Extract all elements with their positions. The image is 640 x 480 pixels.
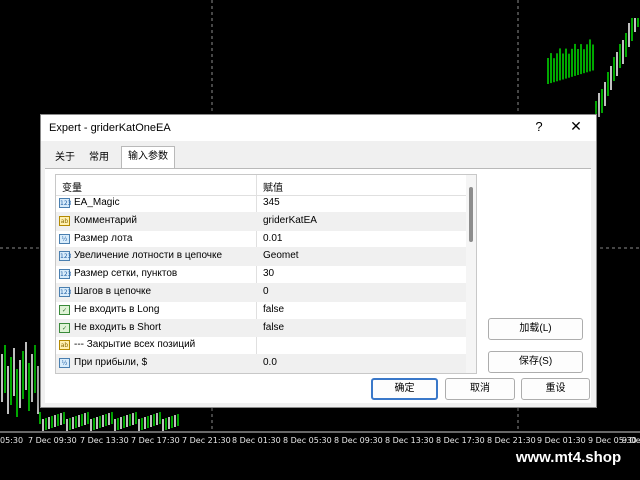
tab-common[interactable]: 常用 bbox=[83, 149, 115, 167]
table-row[interactable]: ½ Размер лота 0.01 bbox=[56, 231, 466, 249]
time-tick-label: 7 Dec 21:30 bbox=[182, 436, 231, 445]
parameter-name: Комментарий bbox=[74, 214, 137, 226]
parameter-name: Не входить в Long bbox=[74, 303, 160, 315]
parameter-name: Шагов в цепочке bbox=[74, 285, 152, 297]
table-row[interactable]: ½ При прибыли, $ 0.0 bbox=[56, 355, 466, 373]
integer-icon: 123 bbox=[59, 269, 72, 280]
time-tick-label: 8 Dec 21:30 bbox=[487, 436, 536, 445]
time-tick-label: 05:30 bbox=[0, 436, 24, 445]
parameter-value[interactable]: 345 bbox=[263, 197, 280, 208]
reset-button[interactable]: 重设 bbox=[521, 378, 590, 400]
table-row[interactable]: 123 EA_Magic 345 bbox=[56, 195, 466, 213]
close-icon[interactable]: ✕ bbox=[568, 118, 584, 135]
save-button[interactable]: 保存(S) bbox=[488, 351, 583, 373]
time-tick-label: 7 Dec 17:30 bbox=[131, 436, 180, 445]
parameter-name: Увеличение лотности в цепочке bbox=[74, 250, 223, 262]
parameter-name: EA_Magic bbox=[74, 197, 120, 208]
tab-inputs[interactable]: 输入参数 bbox=[121, 146, 175, 169]
table-header: 变量 赋值 bbox=[56, 175, 466, 196]
time-tick-label: 9 Dec 09:30 bbox=[622, 436, 640, 445]
parameters-table[interactable]: 变量 赋值 123 EA_Magic 345 ab Комментарий griderK… bbox=[55, 174, 477, 374]
table-row[interactable]: ✓ Не входить в Long false bbox=[56, 302, 466, 320]
dialog-title: Expert - griderKatOneEA bbox=[49, 122, 171, 134]
double-icon: ½ bbox=[59, 358, 70, 369]
inputs-panel: 变量 赋值 123 EA_Magic 345 ab Комментарий griderK… bbox=[45, 168, 591, 403]
column-header-value[interactable]: 赋值 bbox=[263, 179, 283, 194]
watermark: www.mt4.shop bbox=[497, 445, 640, 471]
parameter-name: Размер лота bbox=[74, 232, 133, 244]
integer-icon: 123 bbox=[59, 198, 72, 208]
parameter-value[interactable]: 0.01 bbox=[263, 233, 282, 244]
table-row[interactable]: ab --- Закрытие всех позиций bbox=[56, 337, 466, 356]
dialog-titlebar[interactable]: Expert - griderKatOneEA ? ✕ bbox=[41, 115, 596, 141]
table-row[interactable]: 123 Увеличение лотности в цепочке Geomet bbox=[56, 248, 466, 267]
cancel-button[interactable]: 取消 bbox=[445, 378, 515, 400]
time-tick-label: 8 Dec 13:30 bbox=[385, 436, 434, 445]
parameter-value[interactable]: 30 bbox=[263, 268, 274, 279]
parameter-value[interactable]: Geomet bbox=[263, 250, 299, 261]
column-header-variable[interactable]: 变量 bbox=[62, 179, 82, 194]
dialog-tabs: 关于 常用 输入参数 bbox=[45, 145, 585, 169]
integer-icon: 123 bbox=[59, 286, 72, 297]
time-tick-label: 9 Dec 01:30 bbox=[537, 436, 586, 445]
load-button[interactable]: 加载(L) bbox=[488, 318, 583, 340]
table-row[interactable]: ✓ Не входить в Short false bbox=[56, 319, 466, 338]
tab-about[interactable]: 关于 bbox=[49, 149, 81, 167]
double-icon: ½ bbox=[59, 233, 70, 244]
enum-icon: 123 bbox=[59, 251, 72, 262]
string-icon: ab bbox=[59, 340, 70, 351]
time-tick-label: 8 Dec 05:30 bbox=[283, 436, 332, 445]
parameter-value[interactable]: griderKatEA bbox=[263, 215, 317, 226]
parameter-value[interactable]: 0.0 bbox=[263, 357, 277, 368]
parameter-value[interactable]: false bbox=[263, 304, 284, 315]
parameter-name: Не входить в Short bbox=[74, 321, 162, 333]
time-tick-label: 8 Dec 01:30 bbox=[232, 436, 281, 445]
table-row[interactable]: ½При прибыли на 1 шаге, $0.0 bbox=[56, 373, 466, 374]
table-row[interactable]: ab Комментарий griderKatEA bbox=[56, 212, 466, 231]
help-icon[interactable]: ? bbox=[531, 119, 547, 134]
parameter-name: При прибыли, $ bbox=[74, 357, 148, 369]
expert-properties-dialog: Expert - griderKatOneEA ? ✕ 关于 常用 输入参数 变… bbox=[40, 114, 597, 408]
scrollbar-thumb[interactable] bbox=[469, 187, 473, 242]
parameter-name: --- Закрытие всех позиций bbox=[74, 339, 196, 351]
bool-icon: ✓ bbox=[59, 322, 70, 333]
time-tick-label: 7 Dec 13:30 bbox=[80, 436, 129, 445]
parameter-value[interactable]: 0 bbox=[263, 286, 269, 297]
time-tick-label: 8 Dec 17:30 bbox=[436, 436, 485, 445]
table-rows: 123 EA_Magic 345 ab Комментарий griderKatEA ½ Р… bbox=[56, 195, 466, 374]
parameter-name: Размер сетки, пунктов bbox=[74, 268, 178, 280]
string-icon: ab bbox=[59, 215, 70, 226]
ok-button[interactable]: 确定 bbox=[371, 378, 438, 400]
table-row[interactable]: 123 Размер сетки, пунктов 30 bbox=[56, 266, 466, 284]
vertical-scrollbar[interactable] bbox=[466, 175, 476, 373]
time-tick-label: 8 Dec 09:30 bbox=[334, 436, 383, 445]
bool-icon: ✓ bbox=[59, 304, 70, 315]
table-row[interactable]: 123 Шагов в цепочке 0 bbox=[56, 283, 466, 302]
time-tick-label: 7 Dec 09:30 bbox=[28, 436, 77, 445]
parameter-value[interactable]: false bbox=[263, 322, 284, 333]
